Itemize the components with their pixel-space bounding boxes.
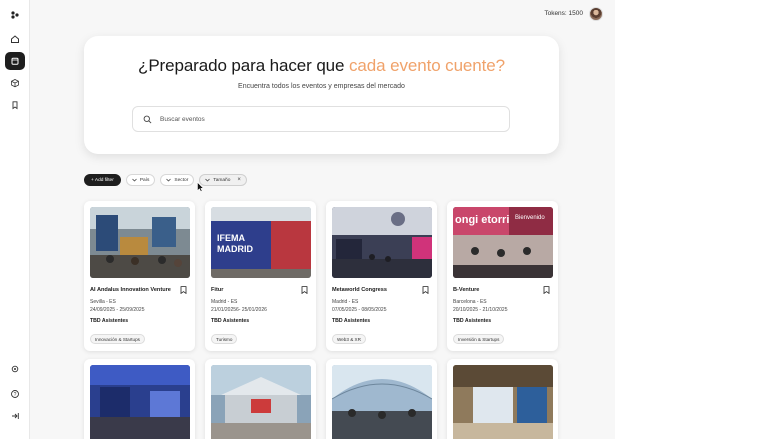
main-content: Tokens: 1500 ¿Preparado para hacer que c…	[30, 0, 615, 439]
page-title: ¿Preparado para hacer que cada evento cu…	[84, 56, 559, 76]
event-dates: 07/05/2025 - 08/05/2025	[332, 307, 387, 313]
home-icon[interactable]	[5, 30, 25, 48]
event-image	[211, 365, 311, 439]
search-input[interactable]	[160, 115, 480, 123]
logout-icon[interactable]	[5, 407, 25, 425]
event-image	[90, 207, 190, 278]
hero-panel: ¿Preparado para hacer que cada evento cu…	[84, 36, 559, 154]
event-attendees: TBD Asistentes	[453, 318, 492, 324]
event-name[interactable]: AI Andalus Innovation Venture	[90, 287, 171, 293]
event-location: Sevilla - ES	[90, 299, 116, 305]
event-image	[90, 365, 190, 439]
svg-text:ongi etorri: ongi etorri	[455, 214, 509, 226]
bookmark-icon[interactable]	[301, 286, 308, 294]
empty-region	[615, 0, 780, 439]
event-location: Barcelona - ES	[453, 299, 487, 305]
event-location: Madrid - ES	[332, 299, 359, 305]
search-bar[interactable]	[132, 106, 510, 132]
close-icon[interactable]: ×	[237, 177, 241, 183]
event-attendees: TBD Asistentes	[211, 318, 250, 324]
bookmark-icon[interactable]	[543, 286, 550, 294]
event-card[interactable]: IFEMA MADRID Fitur Madrid - ES 21/01/202…	[205, 201, 316, 351]
event-card[interactable]: ongi etorri Bienvenido B-Venture Barcelo…	[447, 201, 558, 351]
filter-chip-sector[interactable]: Sector	[160, 174, 195, 186]
event-image	[332, 365, 432, 439]
gear-icon[interactable]	[5, 360, 25, 378]
event-dates: 20/10/2025 - 21/10/2025	[453, 307, 508, 313]
event-card[interactable]	[205, 359, 316, 439]
filter-chip-label: Tamaño	[213, 177, 231, 183]
logo-icon[interactable]	[5, 6, 25, 24]
event-card[interactable]: AI Andalus Innovation Venture Sevilla - …	[84, 201, 195, 351]
chevron-down-icon	[205, 178, 211, 182]
sidebar: ?	[0, 0, 30, 439]
tokens-counter: Tokens: 1500	[544, 10, 583, 17]
event-card[interactable]	[447, 359, 558, 439]
chevron-down-icon	[166, 178, 172, 182]
bookmark-icon[interactable]	[180, 286, 187, 294]
title-prefix: ¿Preparado para hacer que	[138, 56, 350, 75]
event-image: IFEMA MADRID	[211, 207, 311, 278]
filter-bar: + Add filter País Sector Tamaño ×	[84, 174, 247, 186]
event-tag: Web3 & XR	[332, 334, 366, 344]
event-dates: 24/09/2025 - 25/09/2025	[90, 307, 145, 313]
svg-text:IFEMA: IFEMA	[217, 233, 245, 243]
event-card[interactable]	[84, 359, 195, 439]
event-card[interactable]	[326, 359, 437, 439]
svg-text:MADRID: MADRID	[217, 244, 253, 254]
svg-text:Bienvenido: Bienvenido	[515, 215, 545, 221]
add-filter-button[interactable]: + Add filter	[84, 174, 121, 186]
mouse-cursor-icon	[197, 182, 204, 192]
event-location: Madrid - ES	[211, 299, 238, 305]
event-dates: 21/01/20256- 25/01/2026	[211, 307, 267, 313]
event-attendees: TBD Asistentes	[90, 318, 129, 324]
avatar[interactable]	[589, 7, 603, 21]
filter-chip-label: País	[139, 177, 150, 183]
search-icon	[143, 115, 152, 123]
event-image: ongi etorri Bienvenido	[453, 207, 553, 278]
event-name[interactable]: Metaworld Congress	[332, 287, 387, 293]
event-image	[453, 365, 553, 439]
event-card[interactable]: Metaworld Congress Madrid - ES 07/05/202…	[326, 201, 437, 351]
chevron-down-icon	[132, 178, 137, 182]
help-icon[interactable]: ?	[5, 385, 25, 403]
title-accent: cada evento cuente?	[349, 56, 505, 75]
cube-icon[interactable]	[5, 74, 25, 92]
event-attendees: TBD Asistentes	[332, 318, 371, 324]
svg-text:?: ?	[14, 392, 17, 398]
calendar-icon[interactable]	[5, 52, 25, 70]
event-name[interactable]: Fitur	[211, 287, 223, 293]
bookmark-icon[interactable]	[422, 286, 429, 294]
filter-chip-country[interactable]: País	[125, 174, 156, 186]
event-image	[332, 207, 432, 278]
page-subtitle: Encuentra todos los eventos y empresas d…	[238, 83, 405, 90]
filter-chip-label: Sector	[174, 177, 189, 183]
event-tag: Inversión & Startups	[453, 334, 505, 344]
bookmark-icon[interactable]	[5, 96, 25, 114]
event-name[interactable]: B-Venture	[453, 287, 479, 293]
filter-chip-size[interactable]: Tamaño ×	[199, 174, 247, 186]
event-tag: Innovación & Startups	[90, 334, 145, 344]
event-tag: Turismo	[211, 334, 238, 344]
